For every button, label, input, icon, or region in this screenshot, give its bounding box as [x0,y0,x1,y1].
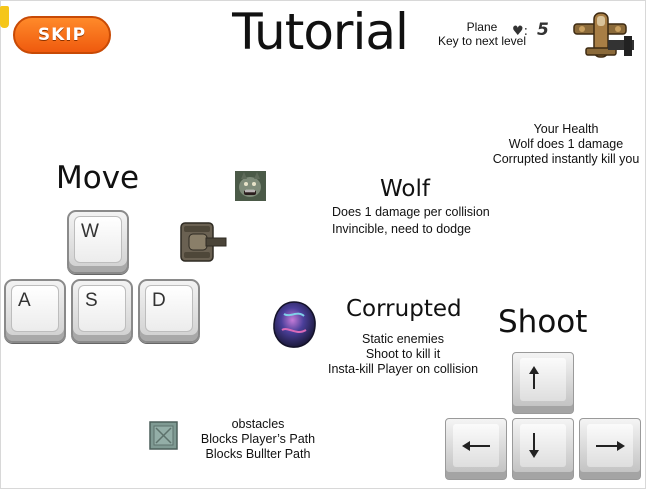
key-a-label: A [18,290,31,311]
move-heading: Move [56,160,140,196]
player-tank-icon [180,222,227,262]
left-arrow-icon [462,441,490,451]
key-s: S [71,279,133,343]
key-d: D [138,279,200,343]
wolf-icon [235,171,266,201]
wolf-description: Does 1 damage per collision Invincible, … [332,205,502,237]
corrupted-line2: Shoot to kill it [365,347,441,361]
key-a: A [4,279,66,343]
obstacle-icon [149,421,178,450]
wolf-line2: Invincible, need to dodge [332,222,471,236]
health-line3: Corrupted instantly kill you [492,152,640,166]
up-arrow-icon [529,366,539,389]
key-w-label: W [81,221,99,242]
skip-button[interactable]: SKIP [13,16,111,54]
down-arrow-key [512,418,574,480]
obstacles-line3: Blocks Bullter Path [205,447,311,461]
wolf-heading: Wolf [380,176,430,202]
plane-icon [573,12,634,58]
down-arrow-icon [529,433,539,458]
shoot-heading: Shoot [498,304,588,340]
heart-icon: ♥: [512,24,529,39]
corrupted-line1: Static enemies [362,332,444,346]
obstacles-description: obstacles Blocks Player’s Path Blocks Bu… [190,417,326,462]
wolf-line1: Does 1 damage per collision [332,205,490,219]
right-arrow-icon [596,441,625,451]
key-s-label: S [85,290,98,311]
health-line1: Your Health [533,122,599,136]
lives-count: 5 [537,20,549,40]
obstacles-line1: obstacles [231,417,285,431]
key-w: W [67,210,129,274]
corrupted-line3: Insta-kill Player on collision [327,362,479,376]
corner-marker [0,6,9,28]
health-info: Your Health Wolf does 1 damage Corrupted… [486,122,646,167]
corrupted-description: Static enemies Shoot to kill it Insta-ki… [318,332,488,377]
obstacles-line2: Blocks Player’s Path [200,432,316,446]
left-arrow-key [445,418,507,480]
right-arrow-key [579,418,641,480]
corrupted-heading: Corrupted [346,296,462,322]
corrupted-enemy-icon [273,301,316,348]
page-title: Tutorial [232,3,409,61]
health-line2: Wolf does 1 damage [508,137,624,151]
key-d-label: D [152,290,166,311]
up-arrow-key [512,352,574,414]
